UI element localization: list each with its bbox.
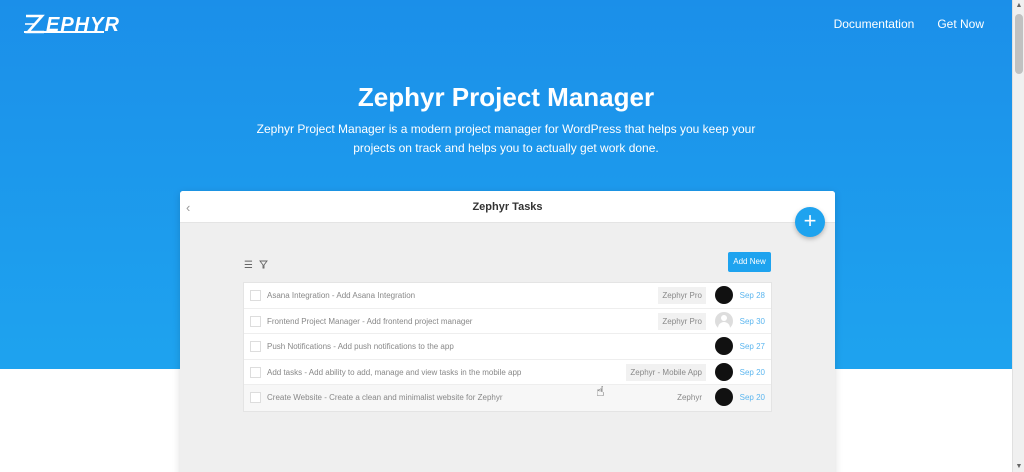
task-title: Asana Integration - Add Asana Integratio… [267, 291, 416, 300]
menu-icon[interactable]: ☰ [244, 260, 253, 272]
task-date: Sep 30 [739, 316, 765, 326]
add-fab-button[interactable]: + [795, 207, 825, 237]
page-scrollbar[interactable]: ▲ ▼ [1012, 0, 1024, 472]
project-tag: Zephyr [677, 393, 702, 402]
task-title: Create Website - Create a clean and mini… [267, 393, 503, 402]
app-preview-window: ‹ Zephyr Tasks ☰ Add New Asana Integrati… [180, 191, 835, 472]
hero-subtitle: Zephyr Project Manager is a modern proje… [256, 122, 756, 155]
avatar [715, 311, 733, 330]
task-title: Frontend Project Manager - Add frontend … [267, 316, 473, 326]
avatar [715, 388, 733, 406]
logo-underline [24, 31, 104, 33]
task-title: Add tasks - Add ability to add, manage a… [267, 367, 522, 377]
task-date: Sep 27 [739, 342, 765, 351]
hand-cursor-icon: ☝ [596, 383, 605, 399]
task-checkbox[interactable] [250, 366, 261, 378]
task-list: Asana Integration - Add Asana Integratio… [243, 282, 772, 412]
task-date: Sep 20 [739, 393, 765, 402]
app-title: Zephyr Tasks [472, 201, 543, 213]
nav-documentation-link[interactable]: Documentation [834, 17, 915, 31]
task-row[interactable]: Add tasks - Add ability to add, manage a… [244, 360, 771, 385]
task-row[interactable]: Create Website - Create a clean and mini… [244, 385, 771, 411]
scroll-up-icon[interactable]: ▲ [1013, 2, 1024, 9]
list-toolbar: ☰ [244, 260, 268, 272]
task-checkbox[interactable] [250, 341, 261, 352]
scroll-thumb[interactable] [1015, 14, 1023, 74]
task-title: Push Notifications - Add push notificati… [267, 342, 454, 351]
app-header: ‹ Zephyr Tasks [180, 191, 835, 223]
avatar [715, 362, 733, 381]
task-row[interactable]: Frontend Project Manager - Add frontend … [244, 309, 771, 334]
project-tag: Zephyr Pro [658, 287, 706, 304]
hero-title: Zephyr Project Manager [357, 82, 655, 112]
nav-get-now-link[interactable]: Get Now [937, 17, 984, 31]
task-checkbox[interactable] [250, 315, 261, 327]
avatar [715, 337, 733, 355]
avatar [715, 286, 733, 304]
filter-icon[interactable] [259, 260, 268, 272]
task-row[interactable]: Push Notifications - Add push notificati… [244, 334, 771, 360]
task-date: Sep 20 [739, 367, 765, 377]
add-new-button[interactable]: Add New [728, 252, 771, 272]
task-row[interactable]: Asana Integration - Add Asana Integratio… [244, 283, 771, 309]
project-tag: Zephyr Pro [658, 312, 706, 330]
project-tag: Zephyr - Mobile App [626, 363, 706, 381]
top-nav: Documentation Get Now [834, 17, 984, 31]
logo-text: EPHYR [46, 14, 120, 36]
scroll-down-icon[interactable]: ▼ [1013, 463, 1024, 470]
task-date: Sep 28 [739, 291, 765, 300]
task-checkbox[interactable] [250, 392, 261, 403]
task-checkbox[interactable] [250, 290, 261, 301]
